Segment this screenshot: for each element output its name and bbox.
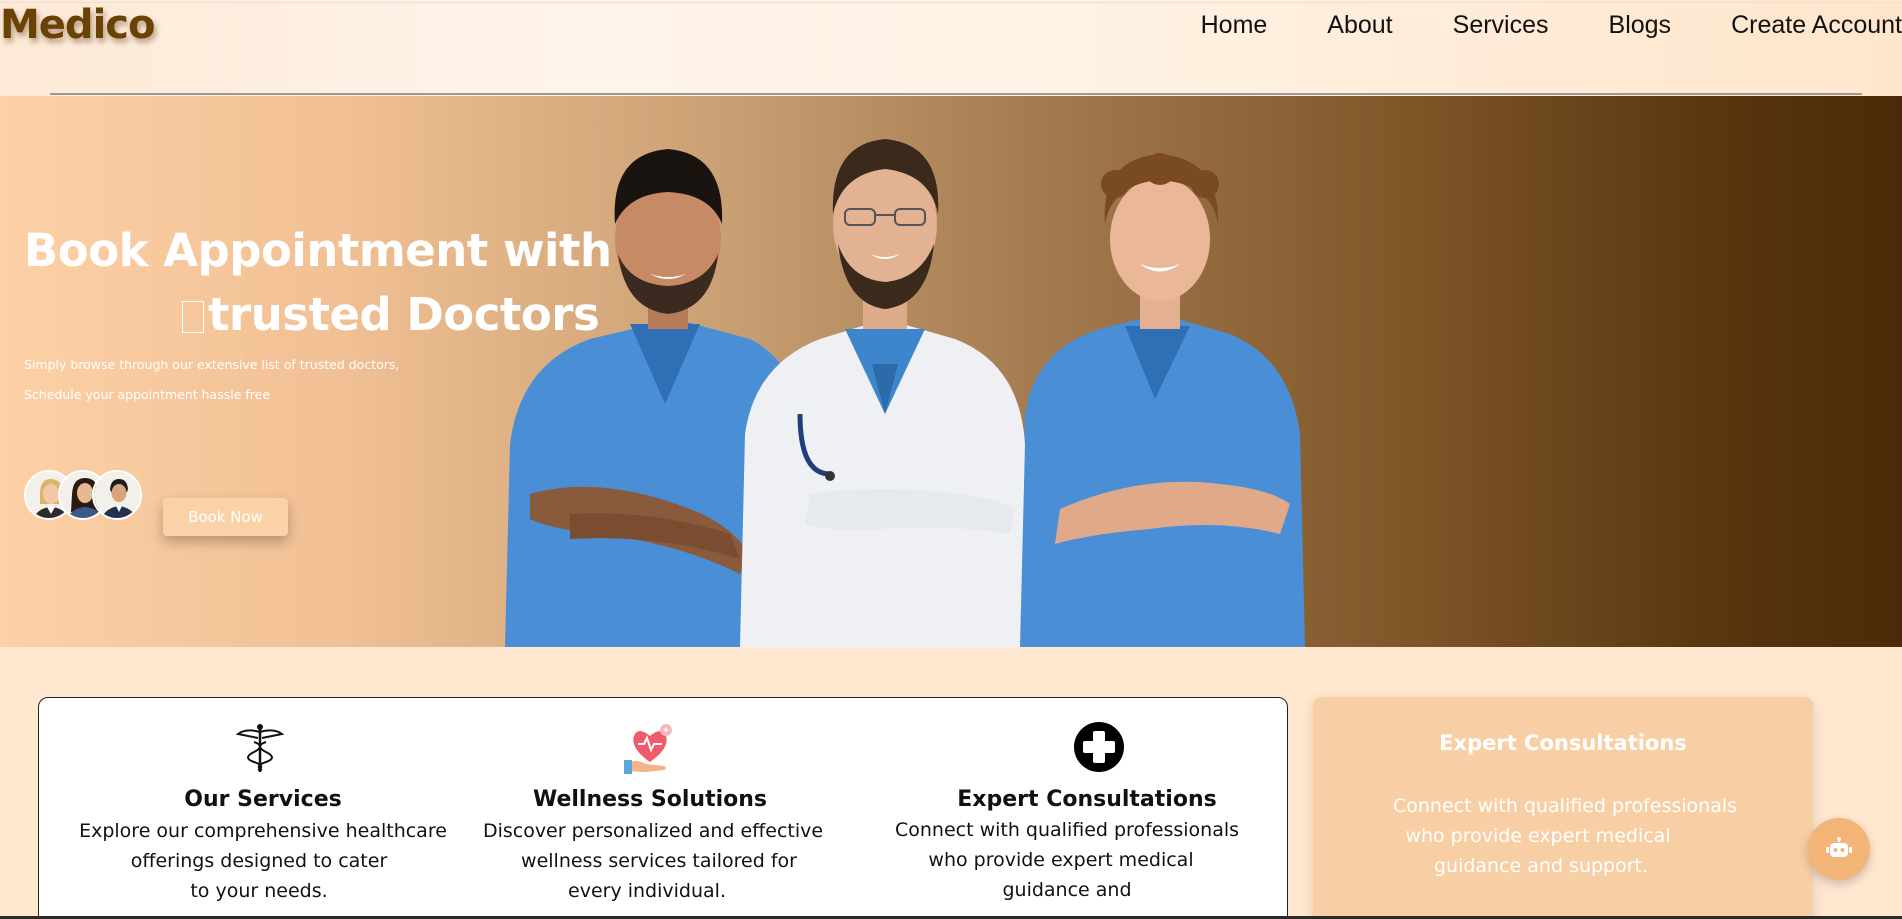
service-desc-line: offerings designed to cater bbox=[130, 850, 388, 872]
consultation-desc-line: who provide expert medical bbox=[1405, 825, 1671, 847]
doctor-right bbox=[1020, 153, 1305, 647]
medical-cross-icon bbox=[1074, 722, 1124, 772]
nav-about[interactable]: About bbox=[1327, 11, 1392, 40]
consultation-card[interactable]: Expert Consultations Connect with qualif… bbox=[1313, 697, 1813, 919]
nav-blogs[interactable]: Blogs bbox=[1609, 11, 1672, 40]
service-title: Our Services bbox=[184, 787, 342, 812]
services-card: Our Services Explore our comprehensive h… bbox=[38, 697, 1288, 919]
robot-icon bbox=[1826, 837, 1852, 857]
service-desc-line: Connect with qualified professionals bbox=[894, 819, 1240, 841]
service-desc-line: who provide expert medical bbox=[928, 849, 1194, 871]
hero-subtitle-line1: Simply browse through our extensive list… bbox=[24, 357, 400, 372]
service-title: Wellness Solutions bbox=[532, 787, 768, 812]
header-divider bbox=[50, 93, 1862, 95]
chatbot-button[interactable] bbox=[1808, 818, 1870, 880]
avatar bbox=[92, 470, 142, 520]
patient-avatars bbox=[24, 470, 142, 522]
site-header: Medico Home About Services Blogs Create … bbox=[0, 0, 1902, 96]
doctors-image bbox=[505, 139, 1305, 647]
consultation-card-title: Expert Consultations bbox=[1439, 731, 1687, 755]
heart-hand-icon bbox=[624, 724, 672, 774]
service-desc-line: Explore our comprehensive healthcare bbox=[79, 820, 447, 842]
nav-services[interactable]: Services bbox=[1453, 11, 1549, 40]
doctor-center bbox=[740, 139, 1025, 647]
nav-create-account[interactable]: Create Account bbox=[1731, 11, 1902, 40]
caduceus-icon bbox=[236, 724, 284, 772]
book-now-button[interactable]: Book Now bbox=[163, 498, 288, 536]
service-desc-line: every individual. bbox=[568, 880, 726, 902]
nav-home[interactable]: Home bbox=[1201, 11, 1268, 40]
hero-banner: Book Appointment with trusted Doctors Si… bbox=[0, 96, 1902, 647]
consultation-desc-line: guidance and support. bbox=[1433, 855, 1649, 877]
main-nav: Home About Services Blogs Create Account bbox=[1201, 10, 1902, 40]
consultation-desc-line: Connect with qualified professionals bbox=[1392, 795, 1738, 817]
hero-subtitle-line2: Schedule your appointment hassle free bbox=[24, 387, 271, 402]
header-top-border bbox=[0, 2, 1902, 3]
missing-glyph-icon bbox=[182, 300, 204, 333]
service-desc-line: guidance and bbox=[1002, 879, 1132, 901]
service-desc-line: wellness services tailored for bbox=[521, 850, 797, 872]
service-desc-line: Discover personalized and effective bbox=[482, 820, 824, 842]
service-desc-line: to your needs. bbox=[190, 880, 328, 902]
service-title: Expert Consultations bbox=[957, 787, 1217, 812]
site-logo[interactable]: Medico bbox=[0, 2, 155, 48]
